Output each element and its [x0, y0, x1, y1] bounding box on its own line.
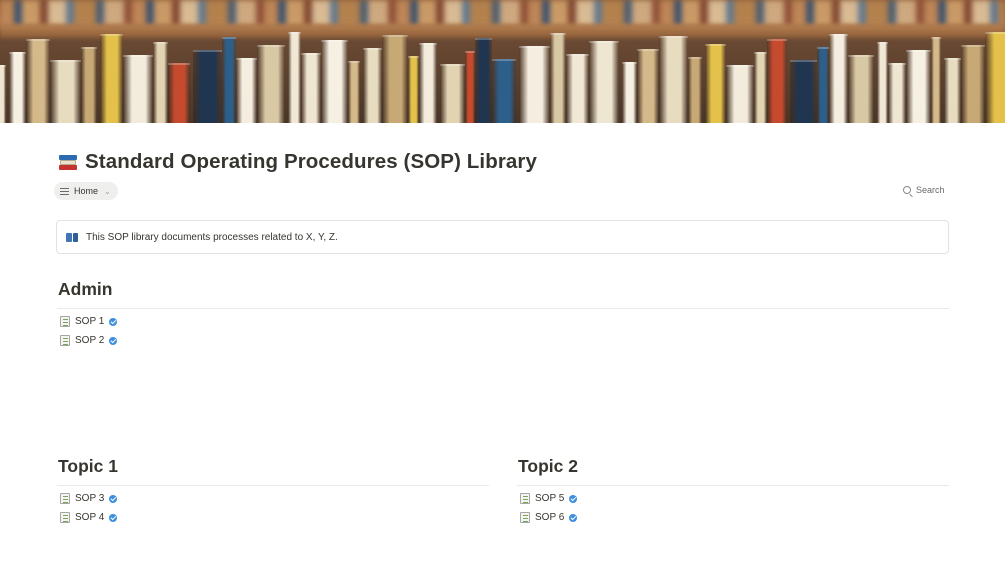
cover-book-spine	[153, 42, 168, 123]
verified-icon	[109, 336, 118, 345]
section-heading-topic-1: Topic 1	[58, 456, 118, 476]
divider	[57, 485, 489, 486]
cover-book-spine	[26, 39, 50, 123]
document-icon	[60, 316, 70, 327]
search-button[interactable]: Search	[903, 185, 945, 195]
cover-book-spine	[754, 52, 767, 123]
cover-book-spine	[906, 50, 931, 123]
cover-book-spine	[257, 45, 285, 123]
page-title-text: Standard Operating Procedures (SOP) Libr…	[85, 150, 537, 173]
cover-book-spine	[519, 46, 550, 123]
cover-book-spine	[848, 55, 874, 123]
cover-book-spine	[100, 34, 123, 123]
page-title: Standard Operating Procedures (SOP) Libr…	[59, 150, 537, 174]
cover-shelf	[0, 0, 1005, 26]
cover-book-spine	[440, 64, 465, 123]
page-link-sop-6[interactable]: SOP 6	[520, 512, 578, 523]
divider	[517, 485, 949, 486]
document-icon	[60, 512, 70, 523]
verified-icon	[109, 317, 118, 326]
cover-book-spine	[363, 48, 382, 123]
cover-book-spine	[193, 50, 222, 123]
document-icon	[60, 493, 70, 504]
verified-icon	[109, 494, 118, 503]
search-label: Search	[916, 185, 945, 195]
view-tab-home[interactable]: Home ⌄	[54, 182, 118, 200]
cover-books	[0, 32, 1005, 123]
section-heading-admin: Admin	[58, 279, 113, 299]
cover-book-spine	[81, 47, 97, 123]
cover-book-spine	[492, 59, 516, 123]
cover-book-spine	[9, 52, 26, 123]
cover-book-spine	[465, 51, 475, 123]
cover-book-spine	[419, 43, 437, 123]
document-icon	[520, 512, 530, 523]
page-link-label: SOP 2	[75, 335, 105, 346]
cover-book-spine	[985, 32, 1005, 123]
cover-book-spine	[288, 32, 301, 123]
search-icon	[903, 186, 911, 194]
page-link-label: SOP 3	[75, 493, 105, 504]
cover-book-spine	[589, 41, 619, 123]
page-link-label: SOP 6	[535, 512, 565, 523]
cover-book-spine	[475, 38, 492, 123]
cover-book-spine	[829, 34, 848, 123]
callout-block: This SOP library documents processes rel…	[56, 220, 949, 254]
cover-book-spine	[790, 60, 817, 123]
cover-book-spine	[944, 58, 961, 123]
open-book-icon	[66, 232, 78, 242]
page-link-sop-5[interactable]: SOP 5	[520, 493, 578, 504]
cover-book-spine	[877, 42, 888, 123]
cover-book-spine	[637, 49, 659, 123]
cover-book-spine	[961, 45, 985, 123]
cover-book-spine	[408, 56, 419, 123]
verified-icon	[109, 513, 118, 522]
cover-book-spine	[888, 63, 906, 123]
cover-book-spine	[726, 65, 754, 123]
cover-book-spine	[659, 36, 688, 123]
chevron-down-icon[interactable]: ⌄	[104, 187, 111, 196]
page-link-label: SOP 4	[75, 512, 105, 523]
cover-book-spine	[123, 55, 153, 123]
verified-icon	[569, 513, 578, 522]
page-link-sop-4[interactable]: SOP 4	[60, 512, 118, 523]
list-icon	[60, 187, 69, 195]
document-icon	[60, 335, 70, 346]
page-link-sop-3[interactable]: SOP 3	[60, 493, 118, 504]
cover-book-spine	[301, 53, 321, 123]
document-icon	[520, 493, 530, 504]
cover-image	[0, 0, 1005, 123]
page-link-label: SOP 1	[75, 316, 105, 327]
page-link-sop-2[interactable]: SOP 2	[60, 335, 118, 346]
cover-book-spine	[236, 58, 257, 123]
cover-book-spine	[931, 37, 941, 123]
cover-book-spine	[348, 61, 360, 123]
cover-book-spine	[767, 39, 787, 123]
divider	[57, 308, 949, 309]
section-heading-topic-2: Topic 2	[518, 456, 578, 476]
cover-book-spine	[222, 37, 236, 123]
books-icon	[59, 153, 77, 171]
callout-text: This SOP library documents processes rel…	[86, 231, 338, 243]
verified-icon	[569, 494, 578, 503]
view-tab-label: Home	[74, 186, 99, 196]
cover-book-spine	[566, 54, 589, 123]
page-link-sop-1[interactable]: SOP 1	[60, 316, 118, 327]
cover-book-spine	[168, 63, 190, 123]
cover-book-spine	[705, 44, 726, 123]
cover-book-spine	[321, 40, 348, 123]
cover-book-spine	[817, 47, 829, 123]
cover-book-spine	[550, 33, 566, 123]
cover-book-spine	[382, 35, 408, 123]
cover-book-spine	[688, 57, 702, 123]
cover-book-spine	[0, 65, 6, 123]
cover-book-spine	[622, 62, 637, 123]
cover-book-spine	[50, 60, 81, 123]
page-link-label: SOP 5	[535, 493, 565, 504]
